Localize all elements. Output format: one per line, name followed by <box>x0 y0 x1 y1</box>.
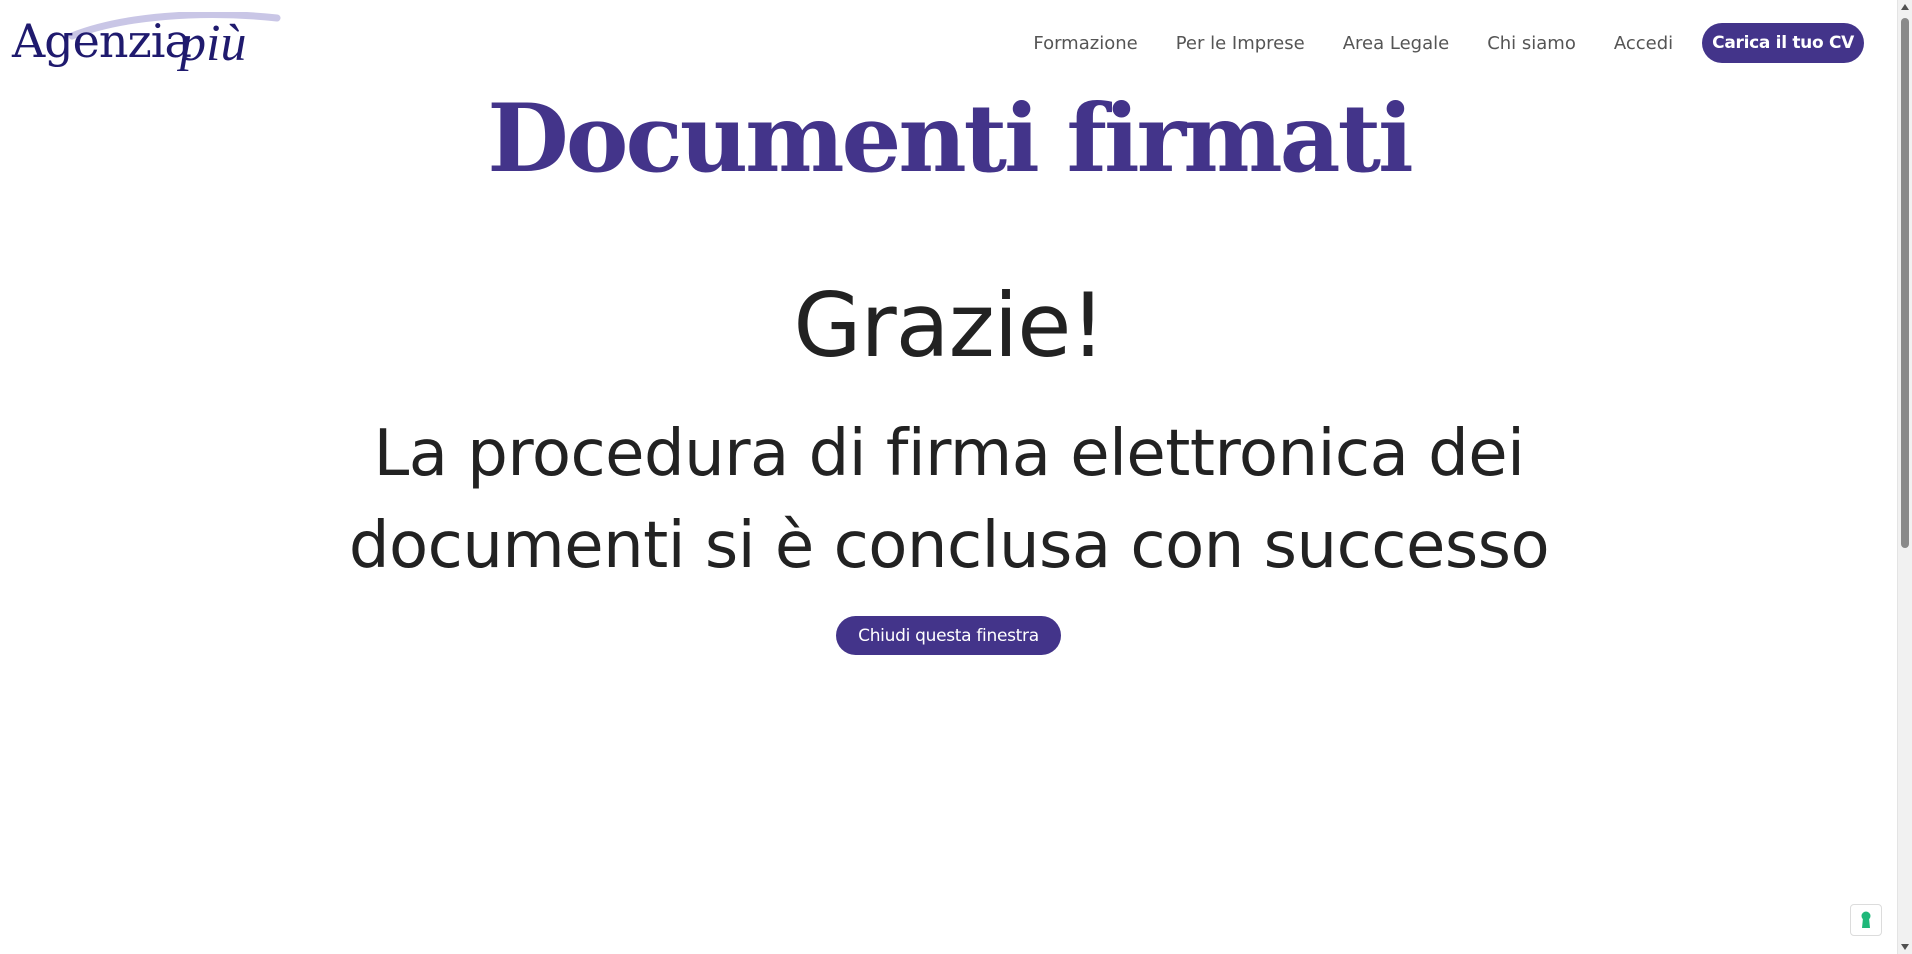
vertical-scrollbar[interactable] <box>1897 0 1912 954</box>
success-message: La procedura di firma elettronica dei do… <box>300 408 1598 592</box>
logo-text-piu: più <box>180 15 247 72</box>
upload-cv-button[interactable]: Carica il tuo CV <box>1702 23 1864 63</box>
success-message-line-1: La procedura di firma elettronica dei <box>373 417 1525 491</box>
nav-link-formazione[interactable]: Formazione <box>1033 33 1137 54</box>
nav-link-per-le-imprese[interactable]: Per le Imprese <box>1176 33 1305 54</box>
thanks-heading: Grazie! <box>793 274 1105 377</box>
page-title: Documenti firmati <box>487 84 1413 194</box>
site-header: Agenzia più Formazione Per le Imprese Ar… <box>0 0 1898 90</box>
agenziapiu-logo[interactable]: Agenzia più <box>12 12 281 78</box>
keyhole-icon <box>1861 911 1871 928</box>
scrollbar-thumb[interactable] <box>1901 18 1909 548</box>
success-message-line-2: documenti si è conclusa con successo <box>348 509 1550 583</box>
cookie-settings-button[interactable] <box>1850 904 1882 936</box>
scroll-down-arrow-icon[interactable] <box>1901 944 1909 950</box>
nav-link-accedi[interactable]: Accedi <box>1614 33 1673 54</box>
logo-text-agenzia: Agenzia <box>12 14 192 68</box>
scroll-up-arrow-icon[interactable] <box>1901 4 1909 10</box>
nav-link-chi-siamo[interactable]: Chi siamo <box>1487 33 1576 54</box>
nav-link-area-legale[interactable]: Area Legale <box>1343 33 1449 54</box>
close-window-button[interactable]: Chiudi questa finestra <box>836 616 1061 655</box>
main-nav: Formazione Per le Imprese Area Legale Ch… <box>1033 22 1864 64</box>
